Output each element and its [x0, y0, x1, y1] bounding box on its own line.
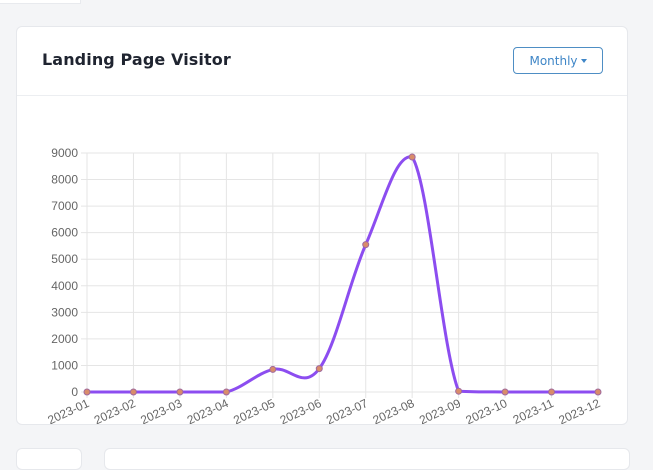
x-tick-label: 2023-04 — [185, 396, 231, 424]
data-point — [269, 365, 277, 373]
x-tick-label: 2023-12 — [556, 396, 602, 424]
next-card-right-edge — [104, 448, 630, 470]
y-tick-label: 4000 — [51, 279, 78, 293]
x-tick-label: 2023-03 — [138, 396, 184, 424]
y-tick-label: 1000 — [51, 358, 78, 372]
data-point — [176, 388, 184, 396]
data-point — [83, 388, 91, 396]
x-tick-label: 2023-07 — [324, 396, 370, 424]
data-point — [455, 387, 463, 395]
x-tick-label: 2023-09 — [417, 396, 463, 424]
y-tick-label: 2000 — [51, 332, 78, 346]
period-dropdown-label: Monthly — [529, 53, 578, 68]
y-tick-label: 9000 — [51, 146, 78, 160]
y-tick-label: 6000 — [51, 226, 78, 240]
y-tick-label: 8000 — [51, 173, 78, 187]
card-header: Landing Page Visitor Monthly — [17, 27, 627, 96]
x-tick-label: 2023-11 — [511, 396, 556, 424]
next-card-left-edge — [16, 448, 82, 470]
visitor-line-chart: 0 1000 2000 3000 4000 5000 6000 7000 8000 9000 202… — [45, 146, 602, 427]
y-tick-label: 0 — [71, 385, 78, 399]
card-title: Landing Page Visitor — [42, 50, 231, 69]
data-point — [548, 388, 556, 396]
x-tick-label: 2023-01 — [45, 396, 91, 424]
y-tick-label: 7000 — [51, 199, 78, 213]
y-tick-label: 3000 — [51, 305, 78, 319]
x-tick-label: 2023-02 — [92, 396, 138, 424]
x-tick-label: 2023-05 — [231, 396, 277, 424]
period-dropdown-button[interactable]: Monthly — [513, 47, 603, 74]
series-line — [85, 155, 600, 394]
x-tick-label: 2023-10 — [464, 396, 510, 424]
data-point — [222, 388, 230, 396]
landing-page-visitor-card: Landing Page Visitor Monthly 0 1000 2000 30… — [16, 26, 628, 427]
data-point — [362, 241, 370, 249]
visitor-chart-area: 0 1000 2000 3000 4000 5000 6000 7000 8000 9000 202… — [17, 96, 627, 427]
top-left-card-edge — [0, 0, 81, 4]
y-tick-label: 5000 — [51, 252, 78, 266]
data-point — [129, 388, 137, 396]
caret-down-icon — [580, 59, 587, 63]
x-tick-label: 2023-08 — [371, 396, 417, 424]
data-point — [408, 153, 416, 161]
x-tick-label: 2023-06 — [278, 396, 324, 424]
data-point — [501, 388, 509, 396]
data-point — [315, 365, 323, 373]
data-point — [594, 388, 602, 396]
